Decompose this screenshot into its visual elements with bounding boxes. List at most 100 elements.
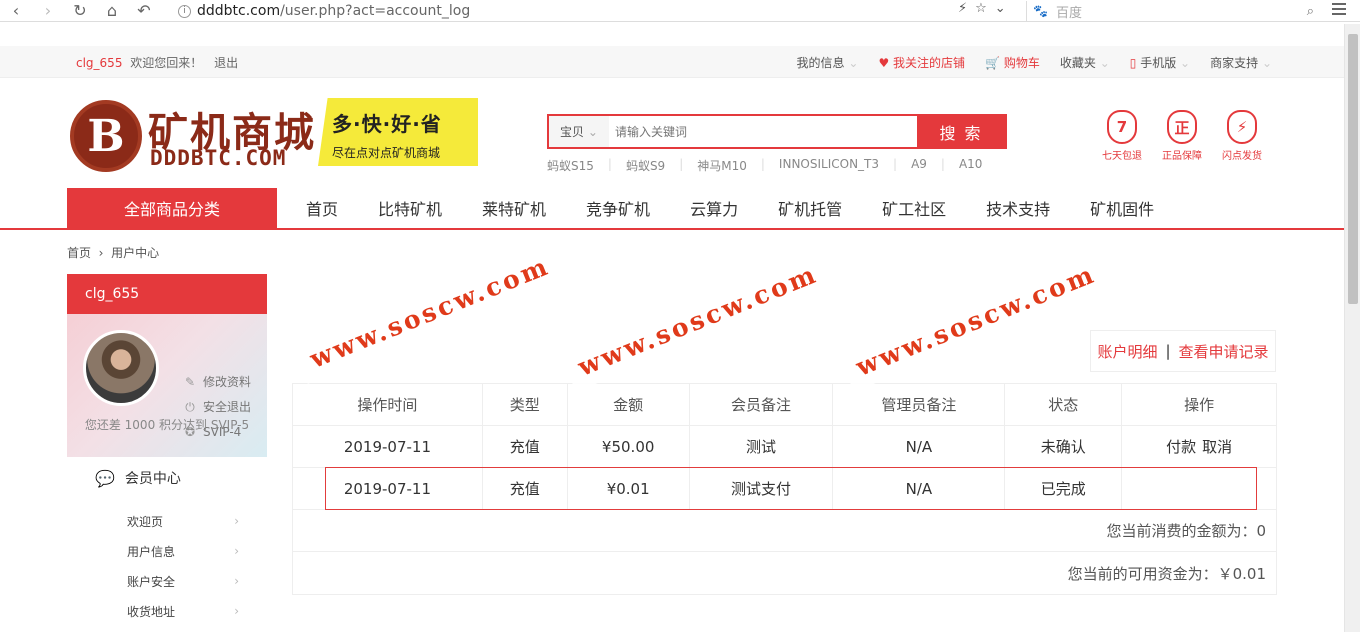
cart-link[interactable]: 🛒 购物车 — [985, 54, 1040, 71]
account-tabs: 账户明细 | 查看申请记录 — [1090, 330, 1276, 372]
watermark: www.soscw.com — [292, 241, 568, 384]
genuine-badge: 正 正品保障 — [1160, 110, 1204, 162]
url-domain: dddbtc.com — [197, 3, 281, 19]
balance-summary: 您当前的可用资金为：￥0.01 — [1067, 564, 1266, 583]
nav-home[interactable]: 首页 — [286, 188, 358, 228]
lightning-icon[interactable]: ⚡ — [958, 1, 967, 16]
menu-icon[interactable] — [1332, 3, 1346, 17]
my-info-link[interactable]: 我的信息 ⌄ — [797, 54, 859, 71]
url-path: /user.php?act=account_log — [280, 3, 471, 19]
col-amount: 金额 — [568, 384, 690, 425]
site-topbar: clg_655 欢迎您回来！ 退出 我的信息 ⌄ ♥ 我关注的店铺 🛒 购物车 … — [0, 46, 1344, 78]
edit-profile-link[interactable]: ✎ 修改资料 — [183, 370, 251, 395]
tab-account-detail[interactable]: 账户明细 — [1097, 341, 1157, 362]
col-member-note: 会员备注 — [690, 384, 834, 425]
undo-icon[interactable]: ↶ — [128, 1, 160, 21]
star-icon[interactable]: ☆ — [975, 1, 987, 16]
merchant-support-link[interactable]: 商家支持 ⌄ — [1210, 54, 1272, 71]
promo-banner: 多·快·好·省 尽在点对点矿机商城 — [318, 98, 478, 166]
reload-icon[interactable]: ↻ — [64, 1, 96, 21]
favorites-link[interactable]: 收藏夹 ⌄ — [1060, 54, 1110, 71]
logout-link[interactable]: 退出 — [214, 56, 238, 70]
breadcrumb-home[interactable]: 首页 — [67, 246, 91, 260]
followed-stores-link[interactable]: ♥ 我关注的店铺 — [878, 54, 965, 71]
logo-domain: DDDBTC.COM — [150, 146, 287, 170]
table-row: 2019-07-11 充值 ¥0.01 测试支付 N/A 已完成 — [293, 468, 1276, 510]
address-bar[interactable]: i dddbtc.com/user.php?act=account_log — [178, 1, 1020, 21]
user-sidebar: clg_655 ✎ 修改资料 ⏻ 安全退出 ✪ SVIP-4 💬 会员中心 欢迎页 › … — [67, 274, 267, 632]
pencil-icon: ✎ — [184, 375, 196, 389]
back-icon[interactable]: ‹ — [0, 1, 32, 21]
avatar[interactable] — [83, 330, 159, 406]
col-admin-note: 管理员备注 — [833, 384, 1006, 425]
search-input[interactable] — [609, 116, 917, 147]
hotword[interactable]: INNOSILICON_T3 — [779, 157, 879, 174]
hotword[interactable]: A9 — [911, 157, 927, 174]
bitcoin-logo-icon: B — [70, 100, 142, 172]
sidebar-item-addresses[interactable]: 收货地址 › — [67, 596, 267, 626]
main-nav: 全部商品分类 首页 比特矿机 莱特矿机 竞争矿机 云算力 矿机托管 矿工社区 技… — [0, 188, 1344, 230]
watermark: www.soscw.com — [838, 249, 1114, 392]
forward-icon[interactable]: › — [32, 1, 64, 21]
nav-bitcoin-miners[interactable]: 比特矿机 — [358, 188, 462, 228]
search-category-select[interactable]: 宝贝 ⌄ — [549, 116, 609, 147]
chevron-down-icon[interactable]: ⌄ — [995, 1, 1006, 16]
search-icon[interactable]: ⌕ — [1307, 4, 1314, 19]
product-search: 宝贝 ⌄ 搜 索 — [547, 114, 1007, 149]
nav-tech-support[interactable]: 技术支持 — [966, 188, 1070, 228]
promo-sub: 尽在点对点矿机商城 — [332, 146, 441, 160]
browser-toolbar: ‹ › ↻ ⌂ ↶ i dddbtc.com/user.php?act=acco… — [0, 0, 1360, 22]
sidebar-item-account-security[interactable]: 账户安全 › — [67, 566, 267, 596]
sidebar-item-welcome[interactable]: 欢迎页 › — [67, 506, 267, 536]
nav-cloud-hashrate[interactable]: 云算力 — [670, 188, 758, 228]
info-icon[interactable]: i — [178, 4, 191, 18]
table-header: 操作时间 类型 金额 会员备注 管理员备注 状态 操作 — [293, 384, 1276, 426]
member-center-title[interactable]: 💬 会员中心 — [95, 468, 181, 488]
tab-apply-records[interactable]: 查看申请记录 — [1179, 341, 1269, 362]
col-status: 状态 — [1005, 384, 1123, 425]
cancel-link[interactable]: 取消 — [1202, 436, 1232, 457]
hotword[interactable]: 神马M10 — [697, 157, 747, 174]
nav-miner-hosting[interactable]: 矿机托管 — [758, 188, 862, 228]
home-icon[interactable]: ⌂ — [96, 1, 128, 21]
chevron-right-icon: › — [94, 246, 108, 260]
browser-search[interactable]: 🐾 百度 ⌕ — [1026, 1, 1326, 21]
spent-summary: 您当前消费的金额为：0 — [293, 510, 1276, 552]
seven-day-return-badge: 7 七天包退 — [1100, 110, 1144, 162]
chat-icon: 💬 — [95, 468, 115, 488]
fast-delivery-badge: ⚡ 闪点发货 — [1220, 110, 1264, 162]
all-categories-button[interactable]: 全部商品分类 — [67, 188, 277, 228]
service-badges: 7 七天包退 正 正品保障 ⚡ 闪点发货 — [1100, 110, 1264, 162]
breadcrumb-current[interactable]: 用户中心 — [111, 246, 159, 260]
scrollbar[interactable] — [1344, 24, 1360, 632]
sidebar-item-user-info[interactable]: 用户信息 › — [67, 536, 267, 566]
browser-search-placeholder: 百度 — [1055, 5, 1082, 21]
col-action: 操作 — [1184, 396, 1215, 414]
hotword[interactable]: 蚂蚁S15 — [547, 157, 594, 174]
cart-icon: 🛒 — [985, 56, 1000, 70]
hotword[interactable]: A10 — [959, 157, 982, 174]
profile-card: ✎ 修改资料 ⏻ 安全退出 ✪ SVIP-4 — [67, 314, 267, 457]
shield-seven-icon: 7 — [1107, 110, 1137, 144]
scrollbar-thumb[interactable] — [1348, 34, 1358, 304]
mobile-link[interactable]: ▯ 手机版 ⌄ — [1130, 54, 1190, 71]
col-type: 类型 — [483, 384, 568, 425]
nav-litecoin-miners[interactable]: 莱特矿机 — [462, 188, 566, 228]
nav-competing-miners[interactable]: 竞争矿机 — [566, 188, 670, 228]
pay-link[interactable]: 付款 — [1166, 436, 1196, 457]
nav-firmware[interactable]: 矿机固件 — [1070, 188, 1174, 228]
site-logo[interactable]: B 矿机商城 DDDBTC.COM 多·快·好·省 尽在点对点矿机商城 — [68, 96, 478, 176]
watermark: www.soscw.com — [560, 249, 836, 392]
table-row: 2019-07-11 充值 ¥50.00 测试 N/A 未确认 付款 取消 — [293, 426, 1276, 468]
topbar-username[interactable]: clg_655 — [76, 56, 122, 70]
hotword[interactable]: 蚂蚁S9 — [626, 157, 665, 174]
hot-keywords: 蚂蚁S15 | 蚂蚁S9 | 神马M10 | INNOSILICON_T3 | A9 | … — [547, 157, 983, 174]
nav-community[interactable]: 矿工社区 — [862, 188, 966, 228]
search-button[interactable]: 搜 索 — [917, 116, 1005, 147]
phone-icon: ▯ — [1129, 56, 1137, 70]
welcome-text: 欢迎您回来！ — [130, 56, 203, 70]
col-time: 操作时间 — [293, 384, 483, 425]
breadcrumb: 首页 › 用户中心 — [67, 244, 159, 261]
heart-icon: ♥ — [878, 56, 890, 70]
sidebar-username: clg_655 — [67, 274, 267, 314]
